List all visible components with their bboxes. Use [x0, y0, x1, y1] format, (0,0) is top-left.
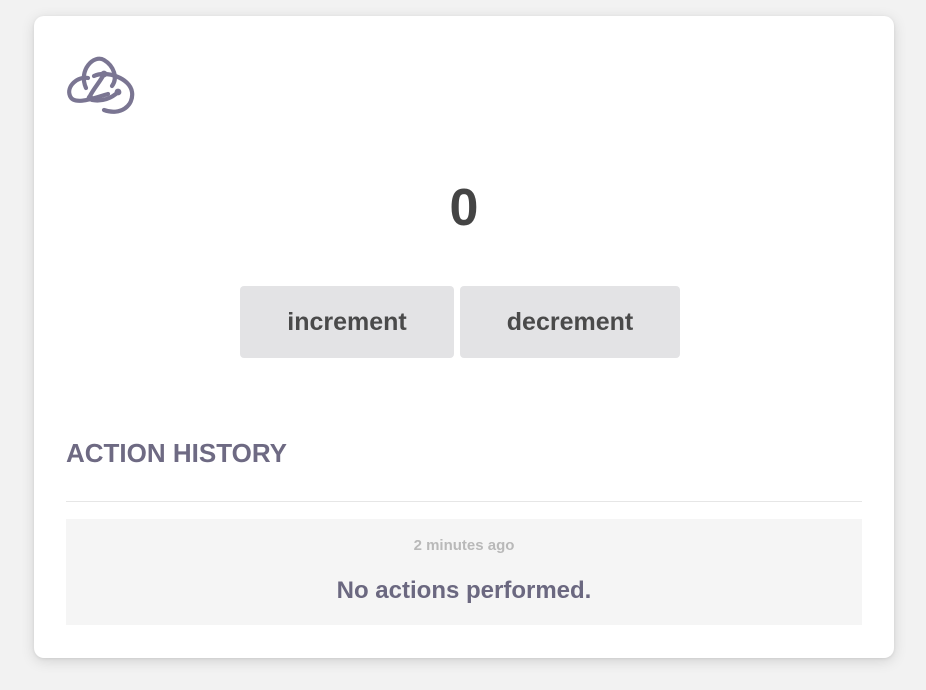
counter-value: 0 [449, 179, 479, 237]
history-message: No actions performed. [336, 577, 592, 604]
redux-logo-icon [64, 48, 138, 120]
increment-button[interactable]: increment [240, 286, 454, 358]
app-card: 0 increment decrement ACTION HISTORY 2 m… [34, 16, 894, 658]
action-history-heading: ACTION HISTORY [66, 438, 288, 468]
decrement-button[interactable]: decrement [460, 286, 680, 358]
history-list-item: 2 minutes ago No actions performed. [66, 519, 862, 625]
divider [66, 501, 862, 502]
history-timestamp: 2 minutes ago [413, 537, 515, 554]
